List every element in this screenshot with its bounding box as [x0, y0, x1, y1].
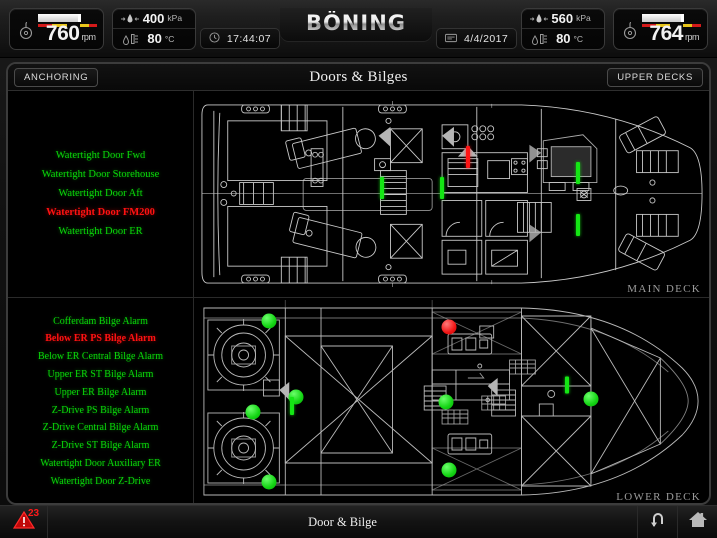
door-indicator-z-drive[interactable] — [565, 376, 570, 394]
main-deck-label: MAIN DECK — [627, 283, 701, 295]
main-deck-drawing — [201, 100, 703, 288]
footer-bar: 23 Door & Bilge — [0, 505, 717, 538]
page-titlebar: ANCHORING Doors & Bilges UPPER DECKS — [8, 64, 709, 91]
bilge-alarm-status-1[interactable]: Below ER PS Bilge Alarm — [45, 330, 156, 348]
clock-time: 17:44:07 — [226, 32, 271, 45]
starboard-oil-temperature-unit: °C — [573, 33, 584, 44]
starboard-oil-pressure-unit: kPa — [576, 13, 591, 24]
brand-logo: BÖNING — [279, 0, 433, 57]
main-screen-frame: ANCHORING Doors & Bilges UPPER DECKS Wat… — [6, 62, 711, 505]
bilge-alarm-status-2[interactable]: Below ER Central Bilge Alarm — [38, 348, 163, 366]
port-oil-temperature-row: 80 °C — [113, 28, 195, 48]
alarm-list-button[interactable]: 23 — [0, 506, 48, 538]
alarm-count-badge: 23 — [28, 508, 40, 519]
main-deck-section: Watertight Door Fwd Watertight Door Store… — [8, 91, 709, 298]
door-indicator-fwd[interactable] — [380, 176, 385, 199]
back-button[interactable] — [637, 506, 677, 538]
u-turn-back-icon — [649, 511, 667, 534]
bilge-lamp-upper-er[interactable] — [441, 462, 457, 478]
watertight-door-status-0[interactable]: Watertight Door Fwd — [56, 147, 146, 165]
port-oil-pressure-row: 400 kPa — [113, 9, 194, 29]
watertight-door-status-4[interactable]: Watertight Door ER — [58, 223, 142, 241]
starboard-oil-pressure-row: 560 kPa — [522, 9, 603, 29]
engine-rpm-icon — [620, 20, 640, 45]
bilge-alarm-status-6[interactable]: Z-Drive Central Bilge Alarm — [43, 419, 159, 437]
bilge-lamp-z-drive-st[interactable] — [261, 474, 277, 490]
watertight-door-status-2[interactable]: Watertight Door Aft — [58, 185, 142, 203]
anchoring-button[interactable]: ANCHORING — [14, 68, 99, 87]
starboard-engine-readouts: 560 kPa 80 °C — [521, 7, 605, 50]
main-deck-plan[interactable]: MAIN DECK — [194, 91, 709, 297]
starboard-oil-pressure-value: 560 — [551, 10, 574, 26]
bilge-alarm-status-9[interactable]: Watertight Door Z-Drive — [51, 473, 151, 491]
door-indicator-storehouse[interactable] — [440, 176, 445, 199]
starboard-rpm-bar-fill — [641, 13, 685, 22]
port-engine-rpm-gauge: 760 rpm — [9, 7, 105, 50]
oil-temperature-icon — [528, 32, 554, 46]
watertight-door-status-list: Watertight Door Fwd Watertight Door Store… — [8, 91, 194, 297]
footer-page-name: Door & Bilge — [48, 506, 637, 538]
date-display: 4/4/2017 — [436, 28, 518, 49]
clock-icon — [209, 30, 220, 48]
bilge-alarm-status-7[interactable]: Z-Drive ST Bilge Alarm — [52, 437, 150, 455]
bilge-alarm-status-0[interactable]: Cofferdam Bilge Alarm — [53, 313, 148, 331]
engine-rpm-icon — [16, 20, 36, 45]
port-oil-pressure-unit: kPa — [167, 13, 183, 24]
bilge-alarm-status-8[interactable]: Watertight Door Auxiliary ER — [40, 455, 161, 473]
top-header-bar: 760 rpm 400 kPa 80 °C 17:44:07 BÖNING 4/… — [0, 0, 717, 58]
starboard-oil-temperature-row: 80 °C — [522, 28, 604, 48]
bilge-alarm-status-5[interactable]: Z-Drive PS Bilge Alarm — [52, 402, 150, 420]
watertight-door-status-3[interactable]: Watertight Door FM200 — [46, 204, 155, 222]
port-oil-temperature-value: 80 — [147, 31, 162, 47]
port-oil-temperature-unit: °C — [164, 33, 175, 44]
starboard-oil-temperature-value: 80 — [556, 31, 571, 47]
bilge-alarm-status-4[interactable]: Upper ER Bilge Alarm — [55, 384, 147, 402]
oil-pressure-icon — [528, 11, 551, 25]
starboard-rpm-value: 764 — [649, 21, 683, 45]
footer-title: Door & Bilge — [308, 514, 377, 529]
lower-deck-label: LOWER DECK — [616, 491, 701, 503]
brand-logo-text: BÖNING — [305, 11, 407, 35]
lower-deck-section: Cofferdam Bilge Alarm Below ER PS Bilge A… — [8, 298, 709, 503]
door-indicator-er[interactable] — [575, 213, 580, 236]
clock-display: 17:44:07 — [199, 28, 280, 49]
bilge-lamp-upper-er-st[interactable] — [583, 391, 599, 407]
door-indicator-fm200[interactable] — [465, 145, 470, 168]
page-title: Doors & Bilges — [309, 68, 408, 85]
port-rpm-unit: rpm — [81, 31, 96, 42]
door-indicator-auxiliary-er[interactable] — [289, 396, 294, 415]
home-icon — [688, 510, 708, 534]
door-indicator-aft[interactable] — [575, 162, 580, 185]
lower-deck-plan[interactable]: LOWER DECK — [194, 298, 709, 503]
bilge-lamp-below-er-ps[interactable] — [441, 319, 457, 335]
bilge-alarm-status-3[interactable]: Upper ER ST Bilge Alarm — [48, 366, 154, 384]
bilge-alarm-status-list: Cofferdam Bilge Alarm Below ER PS Bilge A… — [8, 298, 194, 503]
watertight-door-status-1[interactable]: Watertight Door Storehouse — [42, 166, 160, 184]
port-rpm-value: 760 — [45, 21, 80, 45]
bilge-lamp-below-er-central[interactable] — [438, 394, 454, 409]
port-rpm-bar-fill — [38, 13, 81, 22]
port-engine-readouts: 400 kPa 80 °C — [112, 7, 196, 50]
bilge-lamp-z-drive-central[interactable] — [245, 404, 261, 420]
bilge-lamp-z-drive-ps[interactable] — [261, 313, 277, 329]
starboard-rpm-value-group: 764 rpm — [649, 22, 699, 46]
upper-decks-button[interactable]: UPPER DECKS — [607, 68, 703, 87]
oil-pressure-icon — [119, 11, 142, 25]
port-oil-pressure-value: 400 — [142, 10, 165, 26]
starboard-engine-rpm-gauge: 764 rpm — [612, 7, 708, 50]
home-button[interactable] — [677, 506, 717, 538]
boning-marine-display: 760 rpm 400 kPa 80 °C 17:44:07 BÖNING 4/… — [0, 0, 717, 538]
calendar-icon — [445, 30, 457, 48]
oil-temperature-icon — [119, 32, 145, 46]
starboard-rpm-unit: rpm — [684, 31, 700, 42]
date-value: 4/4/2017 — [464, 32, 509, 45]
port-rpm-value-group: 760 rpm — [46, 22, 96, 46]
